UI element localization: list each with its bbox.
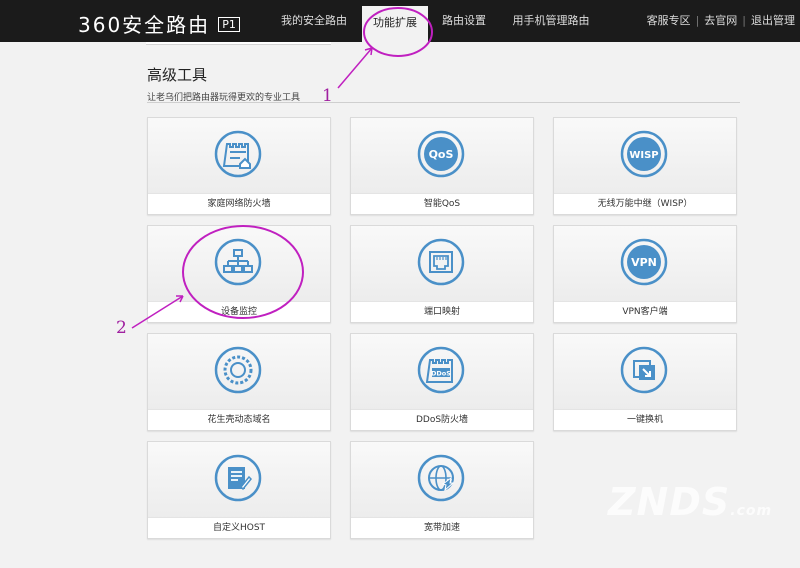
annotation-label-2: 2 [116,318,127,338]
watermark-suffix: .com [730,503,773,519]
annotation-arrow-1 [337,47,373,89]
annotation-circle-2 [182,225,304,319]
annotation-label-1: 1 [322,86,333,106]
annotation-circle-1 [363,7,433,57]
annotation-arrow-2 [131,295,184,329]
watermark-logo: ZNDS.com [608,480,772,524]
watermark-text: ZNDS [608,480,731,524]
